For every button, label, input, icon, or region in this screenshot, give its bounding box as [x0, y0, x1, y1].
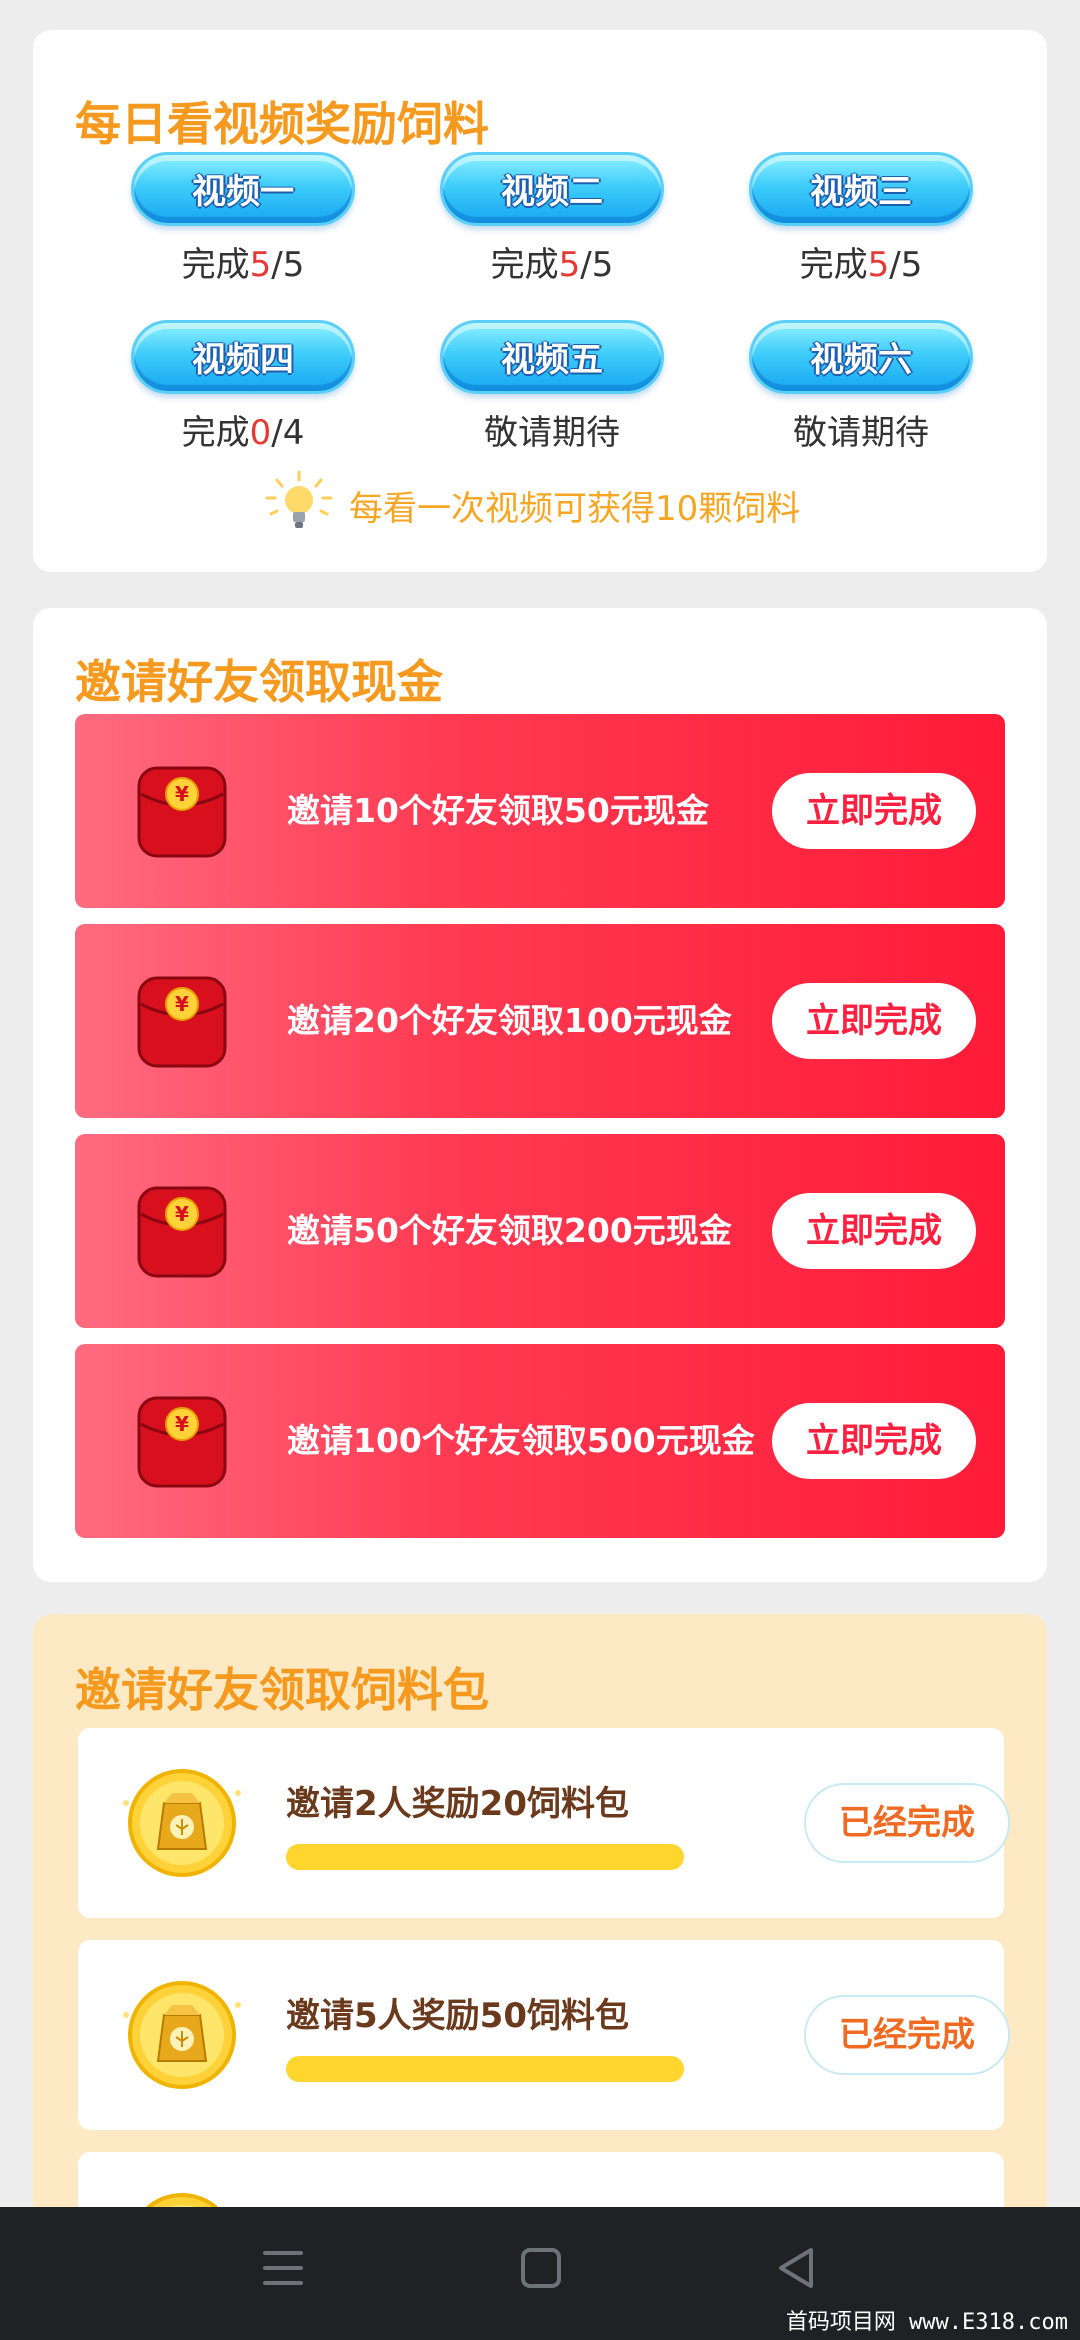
red-envelope-icon: ¥ [137, 1184, 227, 1284]
home-square-icon[interactable] [520, 2245, 562, 2295]
video-reward-card: 每日看视频奖励饲料 视频一 完成5/5 视频二 完成5/5 视频三 完成5/5 … [33, 30, 1047, 572]
video-cell-1: 视频一 完成5/5 [113, 152, 373, 286]
video-6-status: 敬请期待 [793, 413, 929, 453]
feed-bag-coin-icon [120, 1763, 244, 1887]
svg-text:¥: ¥ [175, 1412, 189, 1436]
video-2-status: 完成5/5 [490, 245, 614, 285]
feed-bag-coin-icon [120, 1975, 244, 2099]
completed-button[interactable]: 已经完成 [804, 1995, 1010, 2075]
back-triangle-icon[interactable] [775, 2245, 817, 2295]
svg-text:¥: ¥ [175, 992, 189, 1016]
menu-icon[interactable] [262, 2245, 304, 2295]
video-3-button[interactable]: 视频三 [749, 152, 973, 226]
watermark: 首码项目网 www.E318.com [785, 2310, 1068, 2335]
complete-now-button[interactable]: 立即完成 [772, 983, 976, 1059]
video-cell-2: 视频二 完成5/5 [422, 152, 682, 286]
feed-section-title: 邀请好友领取饲料包 [75, 1663, 489, 1717]
complete-now-button[interactable]: 立即完成 [772, 773, 976, 849]
video-cell-6: 视频六 敬请期待 [731, 320, 991, 454]
completed-button[interactable]: 已经完成 [804, 1783, 1010, 1863]
cash-row-label: 邀请10个好友领取50元现金 [287, 791, 709, 830]
video-1-button[interactable]: 视频一 [131, 152, 355, 226]
feed-progress-fill [286, 2056, 684, 2082]
feed-row-2: 邀请5人奖励50饲料包 已经完成 [78, 1940, 1010, 2130]
video-cell-5: 视频五 敬请期待 [422, 320, 682, 454]
video-section-title: 每日看视频奖励饲料 [75, 97, 489, 151]
cash-section-title: 邀请好友领取现金 [75, 655, 443, 709]
cash-row-label: 邀请50个好友领取200元现金 [287, 1211, 732, 1250]
red-envelope-icon: ¥ [137, 1394, 227, 1494]
video-5-button[interactable]: 视频五 [440, 320, 664, 394]
cash-row-label: 邀请20个好友领取100元现金 [287, 1001, 732, 1040]
feed-row-label: 邀请2人奖励20饲料包 [286, 1784, 629, 1824]
video-4-button[interactable]: 视频四 [131, 320, 355, 394]
hint-text: 每看一次视频可获得10颗饲料 [349, 488, 801, 529]
red-envelope-icon: ¥ [137, 974, 227, 1074]
cash-row-4: ¥ 邀请100个好友领取500元现金 立即完成 [75, 1344, 1005, 1538]
video-2-button[interactable]: 视频二 [440, 152, 664, 226]
feed-progress-fill [286, 1844, 684, 1870]
feed-row-label: 邀请5人奖励50饲料包 [286, 1996, 629, 2036]
feed-progress-bar [286, 2056, 684, 2082]
video-6-button[interactable]: 视频六 [749, 320, 973, 394]
lightbulb-icon [263, 470, 335, 540]
complete-now-button[interactable]: 立即完成 [772, 1193, 976, 1269]
complete-now-button[interactable]: 立即完成 [772, 1403, 976, 1479]
cash-row-2: ¥ 邀请20个好友领取100元现金 立即完成 [75, 924, 1005, 1118]
video-cell-3: 视频三 完成5/5 [731, 152, 991, 286]
video-1-status: 完成5/5 [181, 245, 305, 285]
video-4-status: 完成0/4 [181, 413, 305, 453]
cash-row-label: 邀请100个好友领取500元现金 [287, 1421, 755, 1460]
invite-cash-card: 邀请好友领取现金 ¥ 邀请10个好友领取50元现金 立即完成 ¥ 邀请20个好友… [33, 608, 1047, 1582]
feed-row-1: 邀请2人奖励20饲料包 已经完成 [78, 1728, 1010, 1918]
video-3-status: 完成5/5 [799, 245, 923, 285]
svg-text:¥: ¥ [175, 782, 189, 806]
feed-progress-bar [286, 1844, 684, 1870]
cash-row-1: ¥ 邀请10个好友领取50元现金 立即完成 [75, 714, 1005, 908]
cash-row-3: ¥ 邀请50个好友领取200元现金 立即完成 [75, 1134, 1005, 1328]
video-cell-4: 视频四 完成0/4 [113, 320, 373, 454]
video-hint: 每看一次视频可获得10颗饲料 [263, 470, 800, 540]
video-5-status: 敬请期待 [484, 413, 620, 453]
system-navigation-bar: 首码项目网 www.E318.com [0, 2207, 1080, 2340]
svg-text:¥: ¥ [175, 1202, 189, 1226]
red-envelope-icon: ¥ [137, 764, 227, 864]
